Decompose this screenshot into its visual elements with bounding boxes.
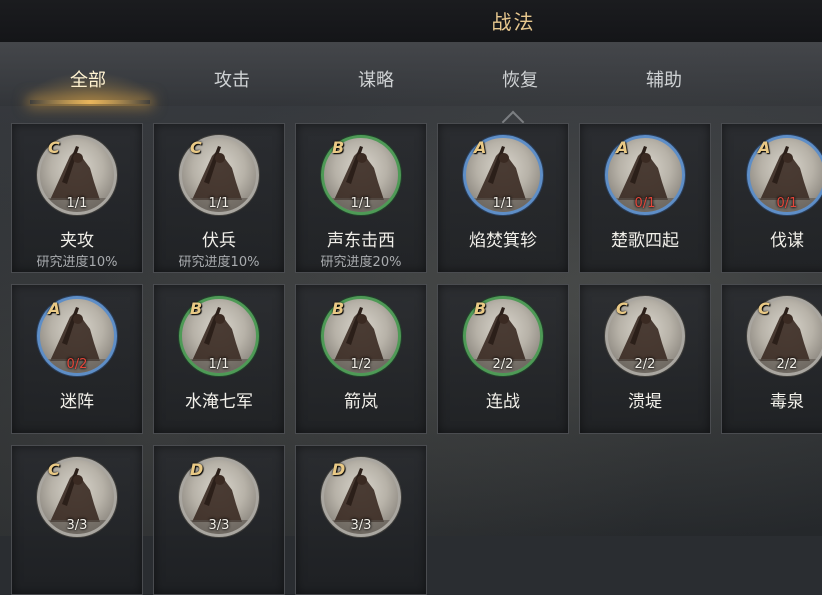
skill-card[interactable]: A 1/1 焰焚箕轸	[437, 123, 569, 273]
skill-card[interactable]: C 2/2 溃堤	[579, 284, 711, 434]
skill-card[interactable]: B 2/2 连战	[437, 284, 569, 434]
grade-letter: A	[474, 138, 487, 157]
tab-all[interactable]: 全部	[18, 66, 158, 92]
skill-name: 迷阵	[60, 392, 94, 412]
skill-count: 1/2	[350, 357, 372, 372]
grade-letter: C	[616, 299, 628, 318]
skill-card[interactable]: C 2/2 毒泉	[721, 284, 822, 434]
skill-name: 连战	[486, 392, 520, 412]
grade-letter: A	[758, 138, 771, 157]
grade-letter: C	[758, 299, 770, 318]
active-tab-indicator	[30, 100, 150, 104]
skill-count: 0/1	[776, 196, 798, 211]
title-bar: 战法	[0, 0, 822, 43]
skill-card[interactable]: C 1/1 伏兵研究进度10%	[153, 123, 285, 273]
skill-count: 1/1	[66, 196, 88, 211]
skill-name: 焰焚箕轸	[469, 231, 537, 251]
skill-count: 1/1	[208, 196, 230, 211]
skill-name: 溃堤	[628, 392, 662, 412]
skill-name: 楚歌四起	[611, 231, 679, 251]
grade-letter: D	[190, 460, 204, 479]
skill-count: 2/2	[634, 357, 656, 372]
skill-card[interactable]: C 1/1 夹攻研究进度10%	[11, 123, 143, 273]
grade-letter: C	[48, 138, 60, 157]
skill-card[interactable]: C 3/3	[11, 445, 143, 595]
grade-letter: B	[332, 138, 345, 157]
grade-letter: B	[474, 299, 487, 318]
grade-letter: A	[48, 299, 61, 318]
skill-card[interactable]: B 1/1 声东击西研究进度20%	[295, 123, 427, 273]
skill-name: 箭岚	[344, 392, 378, 412]
grade-letter: B	[190, 299, 203, 318]
skill-card[interactable]: A 0/2 迷阵	[11, 284, 143, 434]
grade-letter: D	[332, 460, 346, 479]
skill-name: 毒泉	[770, 392, 804, 412]
skill-card[interactable]: A 0/1 楚歌四起	[579, 123, 711, 273]
grade-letter: A	[616, 138, 629, 157]
skill-name: 声东击西	[327, 231, 395, 251]
skill-card[interactable]: A 0/1 伐谋	[721, 123, 822, 273]
skill-count: 2/2	[776, 357, 798, 372]
skill-count: 3/3	[208, 518, 230, 533]
skill-count: 3/3	[66, 518, 88, 533]
page-title: 战法	[491, 10, 536, 34]
skill-count: 2/2	[492, 357, 514, 372]
grade-letter: B	[332, 299, 345, 318]
skill-name: 水淹七军	[185, 392, 253, 412]
skill-name: 伏兵	[202, 231, 236, 251]
tab-attack[interactable]: 攻击	[162, 66, 302, 92]
research-progress: 研究进度10%	[36, 255, 118, 270]
tab-strategy[interactable]: 谋略	[306, 66, 446, 92]
skill-card[interactable]: D 3/3	[153, 445, 285, 595]
grade-letter: C	[190, 138, 202, 157]
grade-letter: C	[48, 460, 60, 479]
skill-name: 夹攻	[60, 231, 94, 251]
research-progress: 研究进度20%	[320, 255, 402, 270]
tab-support[interactable]: 辅助	[594, 66, 734, 92]
skill-card[interactable]: D 3/3	[295, 445, 427, 595]
skill-name: 伐谋	[770, 231, 804, 251]
skill-card[interactable]: B 1/1 水淹七军	[153, 284, 285, 434]
research-progress: 研究进度10%	[178, 255, 260, 270]
skill-count: 3/3	[350, 518, 372, 533]
skill-count: 0/1	[634, 196, 656, 211]
skill-count: 1/1	[208, 357, 230, 372]
skill-count: 1/1	[350, 196, 372, 211]
category-tabs: 全部 攻击 谋略 恢复 辅助	[0, 42, 822, 106]
skill-card[interactable]: B 1/2 箭岚	[295, 284, 427, 434]
skill-count: 0/2	[66, 357, 88, 372]
tab-recovery[interactable]: 恢复	[450, 66, 590, 92]
skill-count: 1/1	[492, 196, 514, 211]
